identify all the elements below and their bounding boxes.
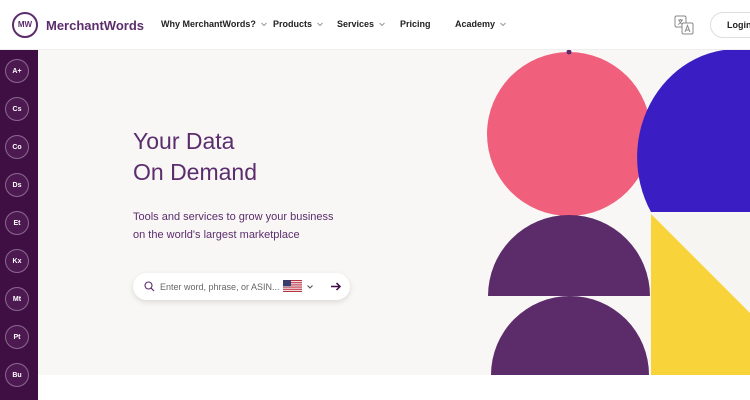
logo[interactable]: MW MerchantWords — [12, 12, 144, 38]
chevron-down-icon — [260, 22, 267, 27]
section-divider — [38, 375, 750, 400]
chevron-down-icon — [500, 22, 506, 27]
decorative-shapes — [487, 50, 750, 375]
nav-label: Pricing — [400, 19, 431, 29]
pink-circle-shape — [487, 52, 651, 216]
submit-arrow-icon[interactable] — [330, 281, 342, 292]
logo-mark: MW — [12, 12, 38, 38]
hero-headline: Your Data On Demand — [133, 126, 257, 188]
sidebar-item[interactable]: Kx — [5, 249, 29, 273]
nav-label: Services — [337, 19, 375, 29]
sidebar-item[interactable]: Ds — [5, 173, 29, 197]
sidebar-item[interactable]: Mt — [5, 287, 29, 311]
hero-subtext: Tools and services to grow your business… — [133, 208, 363, 244]
nav-pricing[interactable]: Pricing — [400, 19, 431, 29]
nav-services[interactable]: Services — [337, 19, 386, 29]
nav-academy[interactable]: Academy — [455, 19, 507, 29]
headline-line: On Demand — [133, 159, 258, 185]
top-navigation: MW MerchantWords Why MerchantWords? Prod… — [0, 0, 750, 50]
translate-icon[interactable] — [674, 15, 694, 35]
sidebar-item[interactable]: A+ — [5, 59, 29, 83]
sidebar-item[interactable]: Bu — [5, 363, 29, 387]
chevron-down-icon — [317, 22, 323, 27]
subtext-line: Tools and services to grow your business — [133, 211, 334, 223]
logo-text: MerchantWords — [46, 17, 144, 33]
login-button[interactable]: Login — [710, 12, 750, 38]
nav-label: Products — [273, 19, 313, 29]
nav-label: Academy — [455, 19, 496, 29]
keyword-search-bar — [133, 273, 350, 300]
sidebar-item[interactable]: Co — [5, 135, 29, 159]
subtext-line: on the world's largest marketplace — [133, 229, 300, 241]
search-icon — [144, 281, 155, 292]
nav-products[interactable]: Products — [273, 19, 324, 29]
sidebar-item[interactable]: Et — [5, 211, 29, 235]
blue-semicircle-shape — [637, 50, 750, 212]
sidebar-item[interactable]: Cs — [5, 97, 29, 121]
sidebar: A+ Cs Co Ds Et Kx Mt Pt Bu — [0, 50, 38, 400]
purple-dome-shape — [488, 215, 650, 296]
headline-line: Your Data — [133, 128, 235, 154]
us-flag-icon[interactable] — [283, 280, 302, 292]
purple-dome-shape — [491, 296, 649, 375]
chevron-down-icon[interactable] — [306, 283, 314, 291]
chevron-down-icon — [379, 22, 385, 27]
nav-why-merchantwords[interactable]: Why MerchantWords? — [161, 19, 268, 29]
search-input[interactable] — [160, 279, 280, 294]
nav-label: Why MerchantWords? — [161, 19, 256, 29]
sidebar-item[interactable]: Pt — [5, 325, 29, 349]
